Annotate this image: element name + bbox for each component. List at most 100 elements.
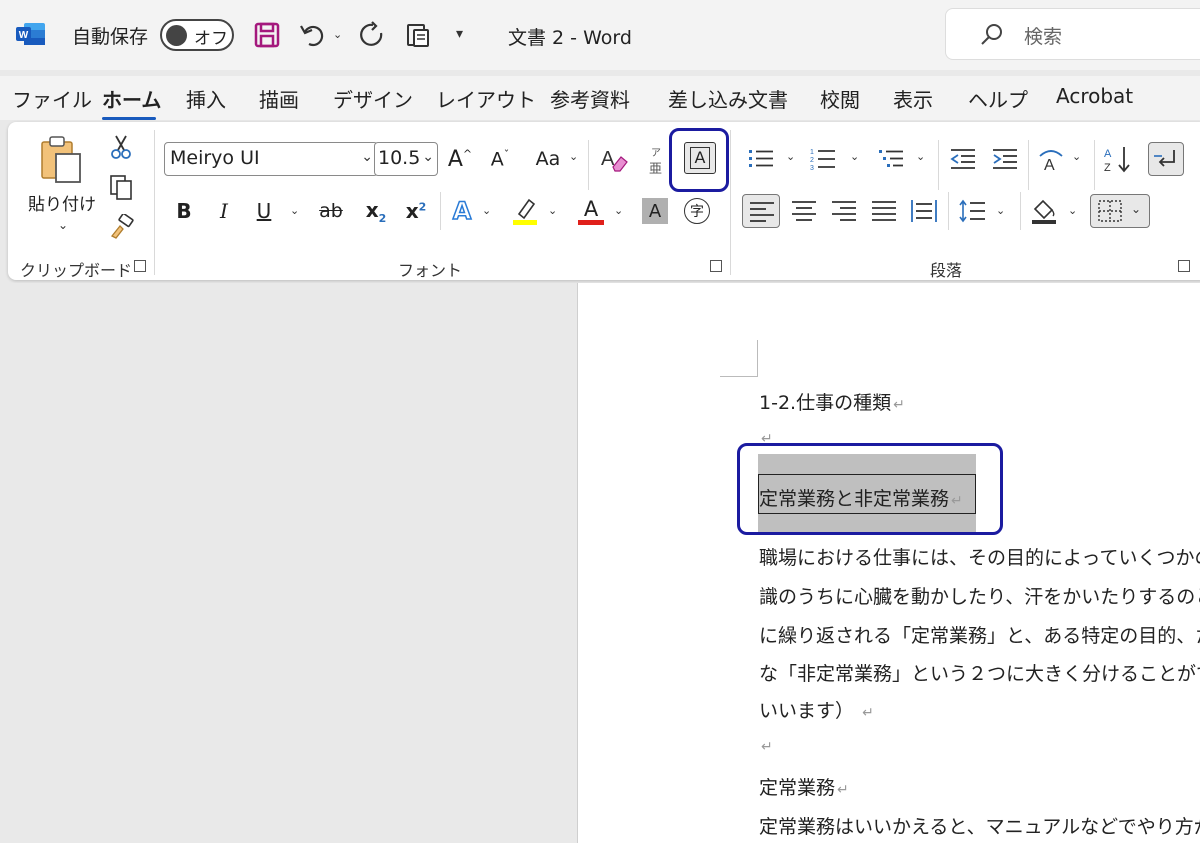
- subscript-button[interactable]: x2: [360, 194, 392, 228]
- increase-indent-button[interactable]: [990, 142, 1020, 176]
- paste-button[interactable]: 貼り付け ⌄: [28, 132, 100, 242]
- body-line[interactable]: 識のうちに心臓を動かしたり、汗をかいたりするのと同: [759, 582, 1200, 609]
- paste-dropdown-icon[interactable]: ⌄: [58, 218, 68, 232]
- copy-button[interactable]: [106, 172, 136, 202]
- bullets-dropdown-icon[interactable]: ⌄: [786, 150, 795, 163]
- align-center-button[interactable]: [788, 194, 820, 228]
- body-line-last[interactable]: いいます） ↵: [759, 696, 874, 723]
- multilevel-list-button[interactable]: [876, 142, 906, 176]
- font-size-dropdown[interactable]: 10.5 ⌄: [374, 142, 438, 176]
- change-case-dropdown-icon[interactable]: ⌄: [569, 150, 578, 163]
- shading-dropdown-icon[interactable]: ⌄: [1068, 204, 1077, 217]
- font-launcher-icon[interactable]: [710, 260, 722, 272]
- search-box[interactable]: 検索: [945, 8, 1200, 60]
- borders-button[interactable]: ⌄: [1090, 194, 1150, 228]
- highlight-dropdown-icon[interactable]: ⌄: [548, 204, 557, 217]
- numbering-button[interactable]: 1 2 3: [808, 142, 838, 176]
- font-name-dropdown[interactable]: Meiryo UI ⌄: [164, 142, 378, 176]
- bullets-button[interactable]: [746, 142, 776, 176]
- body-line[interactable]: に繰り返される「定常業務」と、ある特定の目的、た: [759, 621, 1200, 648]
- numbering-dropdown-icon[interactable]: ⌄: [850, 150, 859, 163]
- asian-layout-button[interactable]: A: [1034, 142, 1068, 176]
- grow-font-icon: A^: [447, 146, 473, 172]
- justify-button[interactable]: [868, 194, 900, 228]
- doc-subheading[interactable]: 定常業務 ↵: [759, 773, 849, 800]
- asian-layout-dropdown-icon[interactable]: ⌄: [1072, 150, 1081, 163]
- grow-font-button[interactable]: A^: [444, 142, 476, 176]
- change-case-button[interactable]: Aa: [528, 142, 568, 176]
- italic-button[interactable]: I: [208, 194, 240, 228]
- font-color-dropdown-icon[interactable]: ⌄: [614, 204, 623, 217]
- save-icon: [254, 22, 280, 48]
- underline-dropdown-icon[interactable]: ⌄: [290, 204, 299, 217]
- borders-icon: [1098, 200, 1122, 222]
- svg-text:W: W: [19, 30, 29, 41]
- cut-button[interactable]: [106, 132, 136, 162]
- bold-button[interactable]: B: [168, 194, 200, 228]
- tab-draw[interactable]: 描画: [259, 84, 299, 113]
- tab-mailings[interactable]: 差し込み文書: [668, 84, 788, 113]
- underline-button[interactable]: U: [248, 194, 280, 228]
- borders-dropdown-icon[interactable]: ⌄: [1131, 202, 1141, 216]
- highlight-color-button[interactable]: [508, 194, 542, 228]
- save-button[interactable]: [250, 18, 284, 52]
- tab-home[interactable]: ホーム: [102, 84, 161, 113]
- svg-text:1: 1: [810, 149, 814, 156]
- scissors-icon: [111, 135, 131, 159]
- paste-label: 貼り付け: [28, 195, 96, 215]
- annotation-highlight-border: [669, 128, 729, 192]
- distributed-button[interactable]: [908, 194, 940, 228]
- tab-references[interactable]: 参考資料: [550, 84, 630, 113]
- svg-text:A: A: [1104, 148, 1112, 160]
- empty-paragraph[interactable]: ↵: [759, 734, 773, 756]
- tab-insert[interactable]: 挿入: [186, 84, 226, 113]
- decrease-indent-button[interactable]: [948, 142, 978, 176]
- customize-toolbar-icon[interactable]: ▾: [456, 26, 463, 42]
- clipboard-launcher-icon[interactable]: [134, 260, 146, 272]
- paragraph-launcher-icon[interactable]: [1178, 260, 1190, 272]
- show-formatting-marks-button[interactable]: [1148, 142, 1184, 176]
- undo-button[interactable]: [296, 18, 330, 52]
- body-line[interactable]: 定常業務はいいかえると、マニュアルなどでやり方が: [759, 812, 1200, 839]
- tab-acrobat[interactable]: Acrobat: [1056, 84, 1133, 108]
- undo-dropdown-icon[interactable]: ⌄: [333, 28, 342, 41]
- touch-mode-button[interactable]: [402, 18, 436, 52]
- line-spacing-dropdown-icon[interactable]: ⌄: [996, 204, 1005, 217]
- tab-layout[interactable]: レイアウト: [436, 84, 536, 113]
- enclose-characters-button[interactable]: 字: [682, 196, 712, 226]
- paragraph-mark-icon: ↵: [893, 397, 905, 413]
- tab-review[interactable]: 校閲: [820, 84, 860, 113]
- superscript-button[interactable]: x2: [400, 194, 432, 228]
- clipboard-doc-icon: [407, 24, 429, 47]
- autosave-toggle[interactable]: オフ: [160, 19, 234, 51]
- align-left-button[interactable]: [742, 194, 780, 228]
- tab-help[interactable]: ヘルプ: [968, 84, 1028, 113]
- tab-design[interactable]: デザイン: [333, 84, 413, 113]
- tab-file[interactable]: ファイル: [12, 84, 92, 113]
- phonetic-guide-button[interactable]: ア 亜: [648, 142, 666, 178]
- change-case-label: Aa: [535, 148, 561, 170]
- strikethrough-button[interactable]: ab: [312, 194, 350, 228]
- multilevel-dropdown-icon[interactable]: ⌄: [916, 150, 925, 163]
- undo-icon: [300, 25, 324, 47]
- text-effects-button[interactable]: A: [446, 194, 478, 228]
- shading-button[interactable]: [1028, 194, 1060, 228]
- clear-formatting-button[interactable]: A: [596, 142, 632, 176]
- text-effects-dropdown-icon[interactable]: ⌄: [482, 204, 491, 217]
- body-line[interactable]: な「非定常業務」という２つに大きく分けることができ: [759, 659, 1200, 686]
- align-right-button[interactable]: [828, 194, 860, 228]
- line-spacing-button[interactable]: [956, 194, 988, 228]
- doc-heading[interactable]: 1-2.仕事の種類 ↵: [759, 388, 905, 415]
- font-color-button[interactable]: A: [574, 194, 608, 228]
- chevron-down-icon: ⌄: [422, 149, 434, 165]
- format-painter-icon: [110, 214, 134, 239]
- format-painter-button[interactable]: [106, 212, 136, 242]
- ribbon-tabs: ファイル ホーム 挿入 描画 デザイン レイアウト 参考資料 差し込み文書 校閲…: [0, 76, 1200, 120]
- body-line[interactable]: 職場における仕事には、その目的によっていくつかの: [759, 543, 1200, 570]
- sort-button[interactable]: A Z: [1102, 142, 1136, 176]
- character-shading-button[interactable]: A: [642, 198, 668, 224]
- redo-button[interactable]: [356, 18, 390, 52]
- tab-view[interactable]: 表示: [893, 84, 933, 113]
- ruby-top-text: ア: [651, 148, 661, 159]
- shrink-font-button[interactable]: Aˇ: [484, 142, 516, 176]
